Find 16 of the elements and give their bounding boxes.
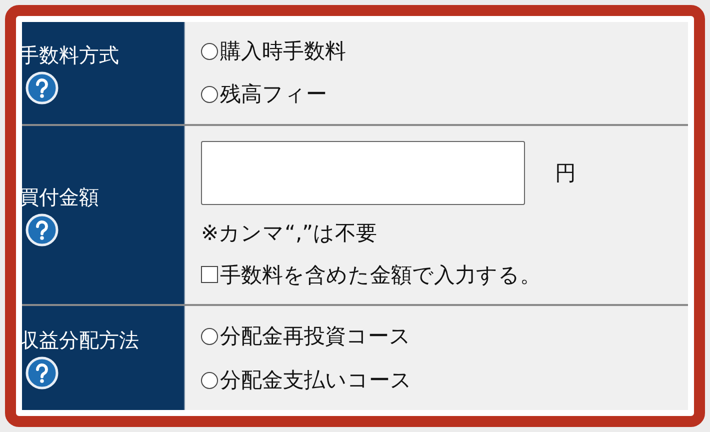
help-icon[interactable] (25, 212, 59, 246)
radio-button[interactable] (201, 372, 218, 388)
checkbox-option[interactable]: 手数料を含めた金額で入力する。 (201, 260, 672, 290)
note-text: ※カンマ“,”は不要 (201, 220, 378, 247)
checkbox[interactable] (201, 266, 218, 284)
radio-button[interactable] (201, 86, 218, 103)
radio-button[interactable] (201, 328, 218, 344)
radio-option[interactable]: 残高フィー (201, 80, 672, 109)
radio-option[interactable]: 購入時手数料 (201, 37, 672, 66)
unit-label: 円 (555, 160, 576, 187)
radio-button[interactable] (201, 43, 218, 60)
help-icon[interactable] (25, 356, 59, 390)
radio-option[interactable]: 分配金再投資コース (201, 322, 672, 350)
amount-input[interactable] (201, 140, 525, 205)
radio-option[interactable]: 分配金支払いコース (201, 366, 672, 394)
help-icon[interactable] (25, 70, 59, 104)
